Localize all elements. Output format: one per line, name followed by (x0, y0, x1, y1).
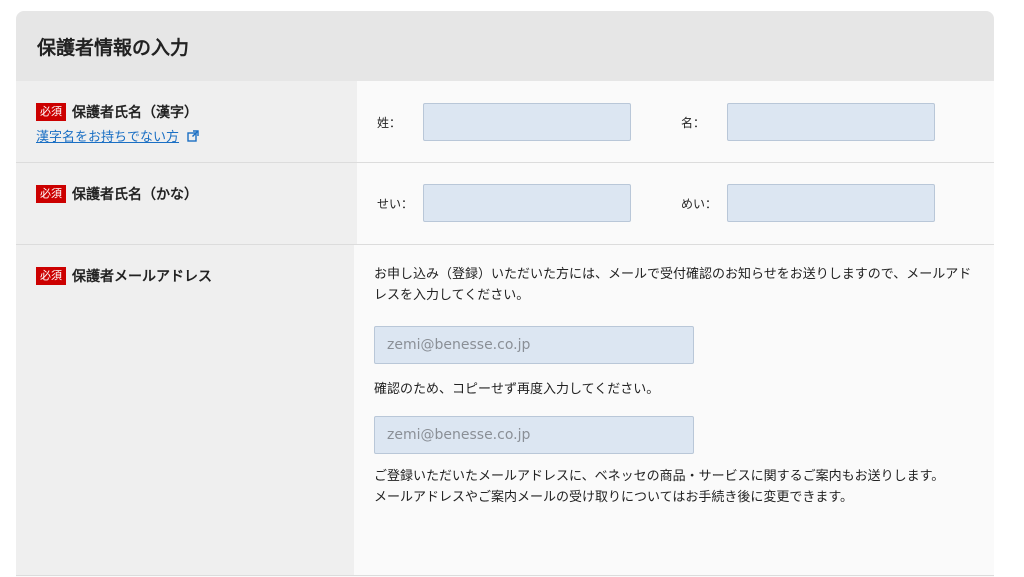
mei-kana-label: めい： (681, 196, 718, 211)
label-guardian-name-kana: 保護者氏名（かな） (72, 187, 198, 203)
required-badge: 必須 (36, 103, 66, 121)
mei-kana-input[interactable] (727, 184, 935, 222)
external-link-icon (187, 129, 199, 146)
no-kanji-name-link[interactable]: 漢字名をお持ちでない方 (36, 126, 199, 146)
email-confirm-input[interactable] (374, 416, 694, 454)
sei-kana-label: せい： (377, 196, 414, 211)
label-guardian-name-kanji: 保護者氏名（漢字） (72, 105, 198, 121)
email-note-2: メールアドレスやご案内メールの受け取りについてはお手続き後に変更できます。 (374, 490, 854, 505)
input-cell-kana: せい： めい： (357, 163, 994, 244)
sei-kanji-input[interactable] (423, 103, 631, 141)
mei-label: 名： (681, 115, 706, 130)
label-guardian-email: 保護者メールアドレス (72, 269, 212, 285)
required-badge: 必須 (36, 185, 66, 203)
required-badge: 必須 (36, 267, 66, 285)
confirm-instruction: 確認のため、コピーせず再度入力してください。 (374, 382, 660, 397)
row-guardian-name-kanji: 必須 保護者氏名（漢字） 漢字名をお持ちでない方 姓： 名： (16, 81, 994, 163)
email-note-1: ご登録いただいたメールアドレスに、ベネッセの商品・サービスに関するご案内もお送り… (374, 469, 945, 484)
row-guardian-email: 必須 保護者メールアドレス お申し込み（登録）いただいた方には、メールで受付確認… (16, 245, 994, 576)
mei-kanji-input[interactable] (727, 103, 935, 141)
guardian-info-panel: 保護者情報の入力 必須 保護者氏名（漢字） 漢字名をお持ちでない方 姓： 名： … (16, 11, 994, 577)
sei-label: 姓： (377, 115, 402, 130)
label-cell-kana: 必須 保護者氏名（かな） (16, 163, 357, 244)
row-guardian-name-kana: 必須 保護者氏名（かな） せい： めい： (16, 163, 994, 245)
email-input[interactable] (374, 326, 694, 364)
section-title: 保護者情報の入力 (16, 11, 994, 81)
label-cell-kanji: 必須 保護者氏名（漢字） 漢字名をお持ちでない方 (16, 81, 357, 162)
input-cell-email: お申し込み（登録）いただいた方には、メールで受付確認のお知らせをお送りしますので… (354, 245, 994, 575)
no-kanji-name-link-text: 漢字名をお持ちでない方 (36, 130, 180, 145)
email-description: お申し込み（登録）いただいた方には、メールで受付確認のお知らせをお送りしますので… (374, 267, 972, 303)
label-cell-email: 必須 保護者メールアドレス (16, 245, 354, 575)
input-cell-kanji: 姓： 名： (357, 81, 994, 162)
sei-kana-input[interactable] (423, 184, 631, 222)
